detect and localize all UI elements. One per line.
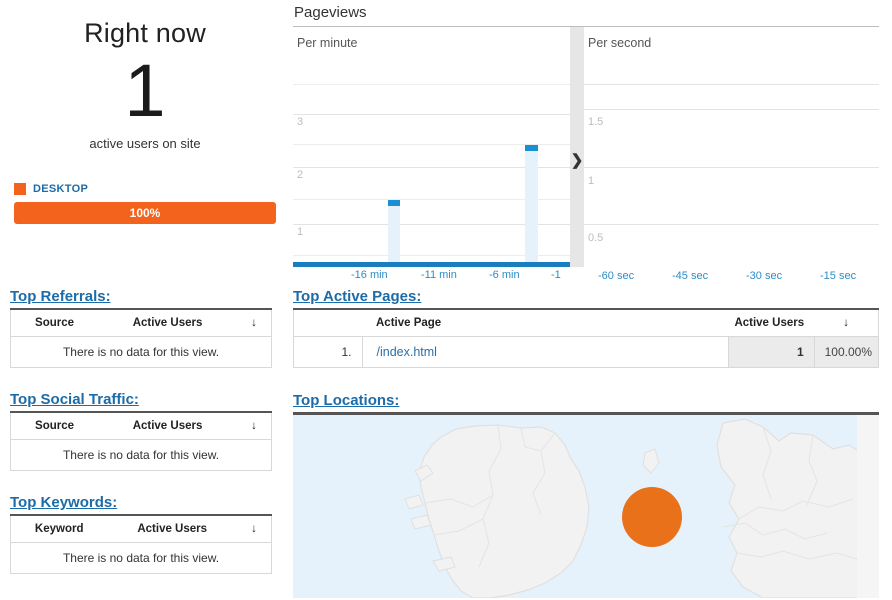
x-axis-tick: -45 sec [672, 270, 709, 282]
device-share-bar-wrap: 100% [14, 202, 276, 224]
top-social-traffic-table: Source Active Users ↓ There is no data f… [10, 411, 272, 471]
left-tables-column: Top Referrals: Source Active Users ↓ The… [10, 288, 272, 597]
column-header-active-users[interactable]: Active Users [728, 309, 815, 337]
column-header-active-users[interactable]: Active Users [98, 309, 237, 337]
sort-descending-icon[interactable]: ↓ [237, 309, 272, 337]
empty-state-message: There is no data for this view. [62, 345, 220, 359]
top-keywords-heading: Top Keywords: [10, 494, 118, 511]
right-now-title: Right now [84, 18, 206, 48]
column-header-index [293, 309, 362, 337]
chart-pager-gutter: ❯ [570, 27, 584, 267]
device-legend[interactable]: DESKTOP [0, 183, 290, 195]
top-referrals-heading: Top Referrals: [10, 288, 111, 305]
top-locations-panel: Top Locations: [293, 392, 879, 598]
great-britain-landmass [716, 418, 879, 598]
per-minute-chart[interactable]: 3 2 1 -16 min -11 min -6 min ··· -1 [293, 27, 570, 281]
top-social-traffic-heading: Top Social Traffic: [10, 391, 139, 408]
bar-minute-3[interactable] [525, 145, 538, 262]
row-active-users-percent: 100.00% [814, 336, 879, 368]
y-axis-tick: 1.5 [588, 116, 604, 128]
row-page-link[interactable]: /index.html [362, 336, 729, 368]
map-geography [404, 415, 879, 598]
table-header-row: Keyword Active Users ↓ [10, 515, 272, 543]
isle-of-man [642, 448, 660, 474]
per-second-label: Per second [588, 36, 652, 50]
ireland-landmass [418, 424, 590, 598]
pageviews-title: Pageviews [294, 4, 367, 21]
table-header-row: Source Active Users ↓ [10, 309, 272, 337]
gridline [293, 84, 570, 85]
device-legend-label: DESKTOP [33, 183, 89, 195]
top-social-traffic-panel: Top Social Traffic: Source Active Users … [10, 391, 272, 471]
pageviews-charts: 3 2 1 -16 min -11 min -6 min ··· -1 [293, 27, 879, 282]
table-row: There is no data for this view. [11, 337, 272, 368]
device-share-value: 100% [129, 206, 161, 220]
gridline [584, 84, 879, 85]
device-share-bar[interactable]: 100% [14, 202, 276, 224]
top-active-pages-heading: Top Active Pages: [293, 288, 422, 305]
top-keywords-table: Keyword Active Users ↓ There is no data … [10, 514, 272, 574]
x-axis-baseline [293, 262, 570, 267]
top-referrals-table: Source Active Users ↓ There is no data f… [10, 308, 272, 368]
table-header-row: Active Page Active Users ↓ [293, 309, 879, 337]
chevron-right-icon[interactable]: ❯ [571, 151, 584, 169]
active-users-count: 1 [124, 49, 166, 132]
right-now-panel: Right now 1 active users on site DESKTOP… [0, 0, 290, 224]
top-locations-heading: Top Locations: [293, 392, 400, 409]
x-axis-tick: -30 sec [746, 270, 783, 282]
gridline [584, 224, 879, 225]
sort-descending-icon[interactable]: ↓ [237, 515, 272, 543]
column-header-active-users[interactable]: Active Users [107, 515, 237, 543]
locations-map[interactable] [293, 412, 879, 598]
gridline [293, 114, 570, 115]
column-header-source[interactable]: Source [10, 412, 99, 440]
x-axis-tick: -6 min [489, 269, 520, 281]
y-axis-tick: 0.5 [588, 232, 604, 244]
map-edge-land [857, 415, 879, 598]
row-active-users: 1 [728, 336, 815, 368]
active-users-caption: active users on site [89, 136, 201, 151]
y-axis-tick: 3 [297, 116, 304, 128]
column-header-keyword[interactable]: Keyword [10, 515, 108, 543]
empty-state-message: There is no data for this view. [62, 551, 220, 565]
island [404, 494, 424, 510]
x-axis-tick: -16 min [351, 269, 388, 281]
per-minute-plot-area: 3 2 1 -16 min -11 min -6 min ··· -1 [293, 27, 570, 281]
y-axis-tick: 2 [297, 169, 304, 181]
per-minute-label: Per minute [297, 36, 358, 50]
top-referrals-panel: Top Referrals: Source Active Users ↓ The… [10, 288, 272, 368]
location-marker[interactable] [622, 487, 682, 547]
empty-state-message: There is no data for this view. [62, 448, 220, 462]
pageviews-panel: Pageviews 3 2 1 -16 min -11 min -6 min -… [293, 0, 879, 282]
per-second-plot-area: 1.5 1 0.5 -60 sec -45 sec -30 sec -15 se… [584, 27, 879, 282]
column-header-active-page[interactable]: Active Page [362, 309, 729, 337]
top-active-pages-panel: Top Active Pages: Active Page Active Use… [293, 288, 879, 368]
island [410, 514, 432, 530]
x-axis-tick: -60 sec [598, 270, 635, 282]
column-header-active-users[interactable]: Active Users [98, 412, 237, 440]
column-header-source[interactable]: Source [10, 309, 99, 337]
y-axis-tick: 1 [297, 226, 304, 238]
per-second-chart[interactable]: 1.5 1 0.5 -60 sec -45 sec -30 sec -15 se… [584, 27, 879, 282]
row-index: 1. [293, 336, 363, 368]
x-axis-tick: -11 min [421, 269, 457, 281]
table-header-row: Source Active Users ↓ [10, 412, 272, 440]
gridline [584, 167, 879, 168]
bar-cap [525, 145, 538, 151]
gridline [584, 109, 879, 110]
x-axis-tick: -1 [551, 269, 561, 281]
sort-descending-icon[interactable]: ↓ [237, 412, 272, 440]
top-keywords-panel: Top Keywords: Keyword Active Users ↓ The… [10, 494, 272, 574]
y-axis-tick: 1 [588, 175, 595, 187]
bar-cap [388, 200, 400, 206]
table-row: There is no data for this view. [11, 440, 272, 471]
table-row: 1. /index.html 1 100.00% [293, 336, 879, 368]
desktop-swatch-icon [14, 183, 26, 195]
realtime-dashboard: Right now 1 active users on site DESKTOP… [0, 0, 892, 600]
sort-descending-icon[interactable]: ↓ [814, 309, 879, 337]
top-active-pages-table: Active Page Active Users ↓ 1. /index.htm… [293, 308, 879, 368]
x-axis-tick: -15 sec [820, 270, 857, 282]
table-row: There is no data for this view. [11, 543, 272, 574]
bar-minute-15[interactable] [388, 200, 400, 262]
